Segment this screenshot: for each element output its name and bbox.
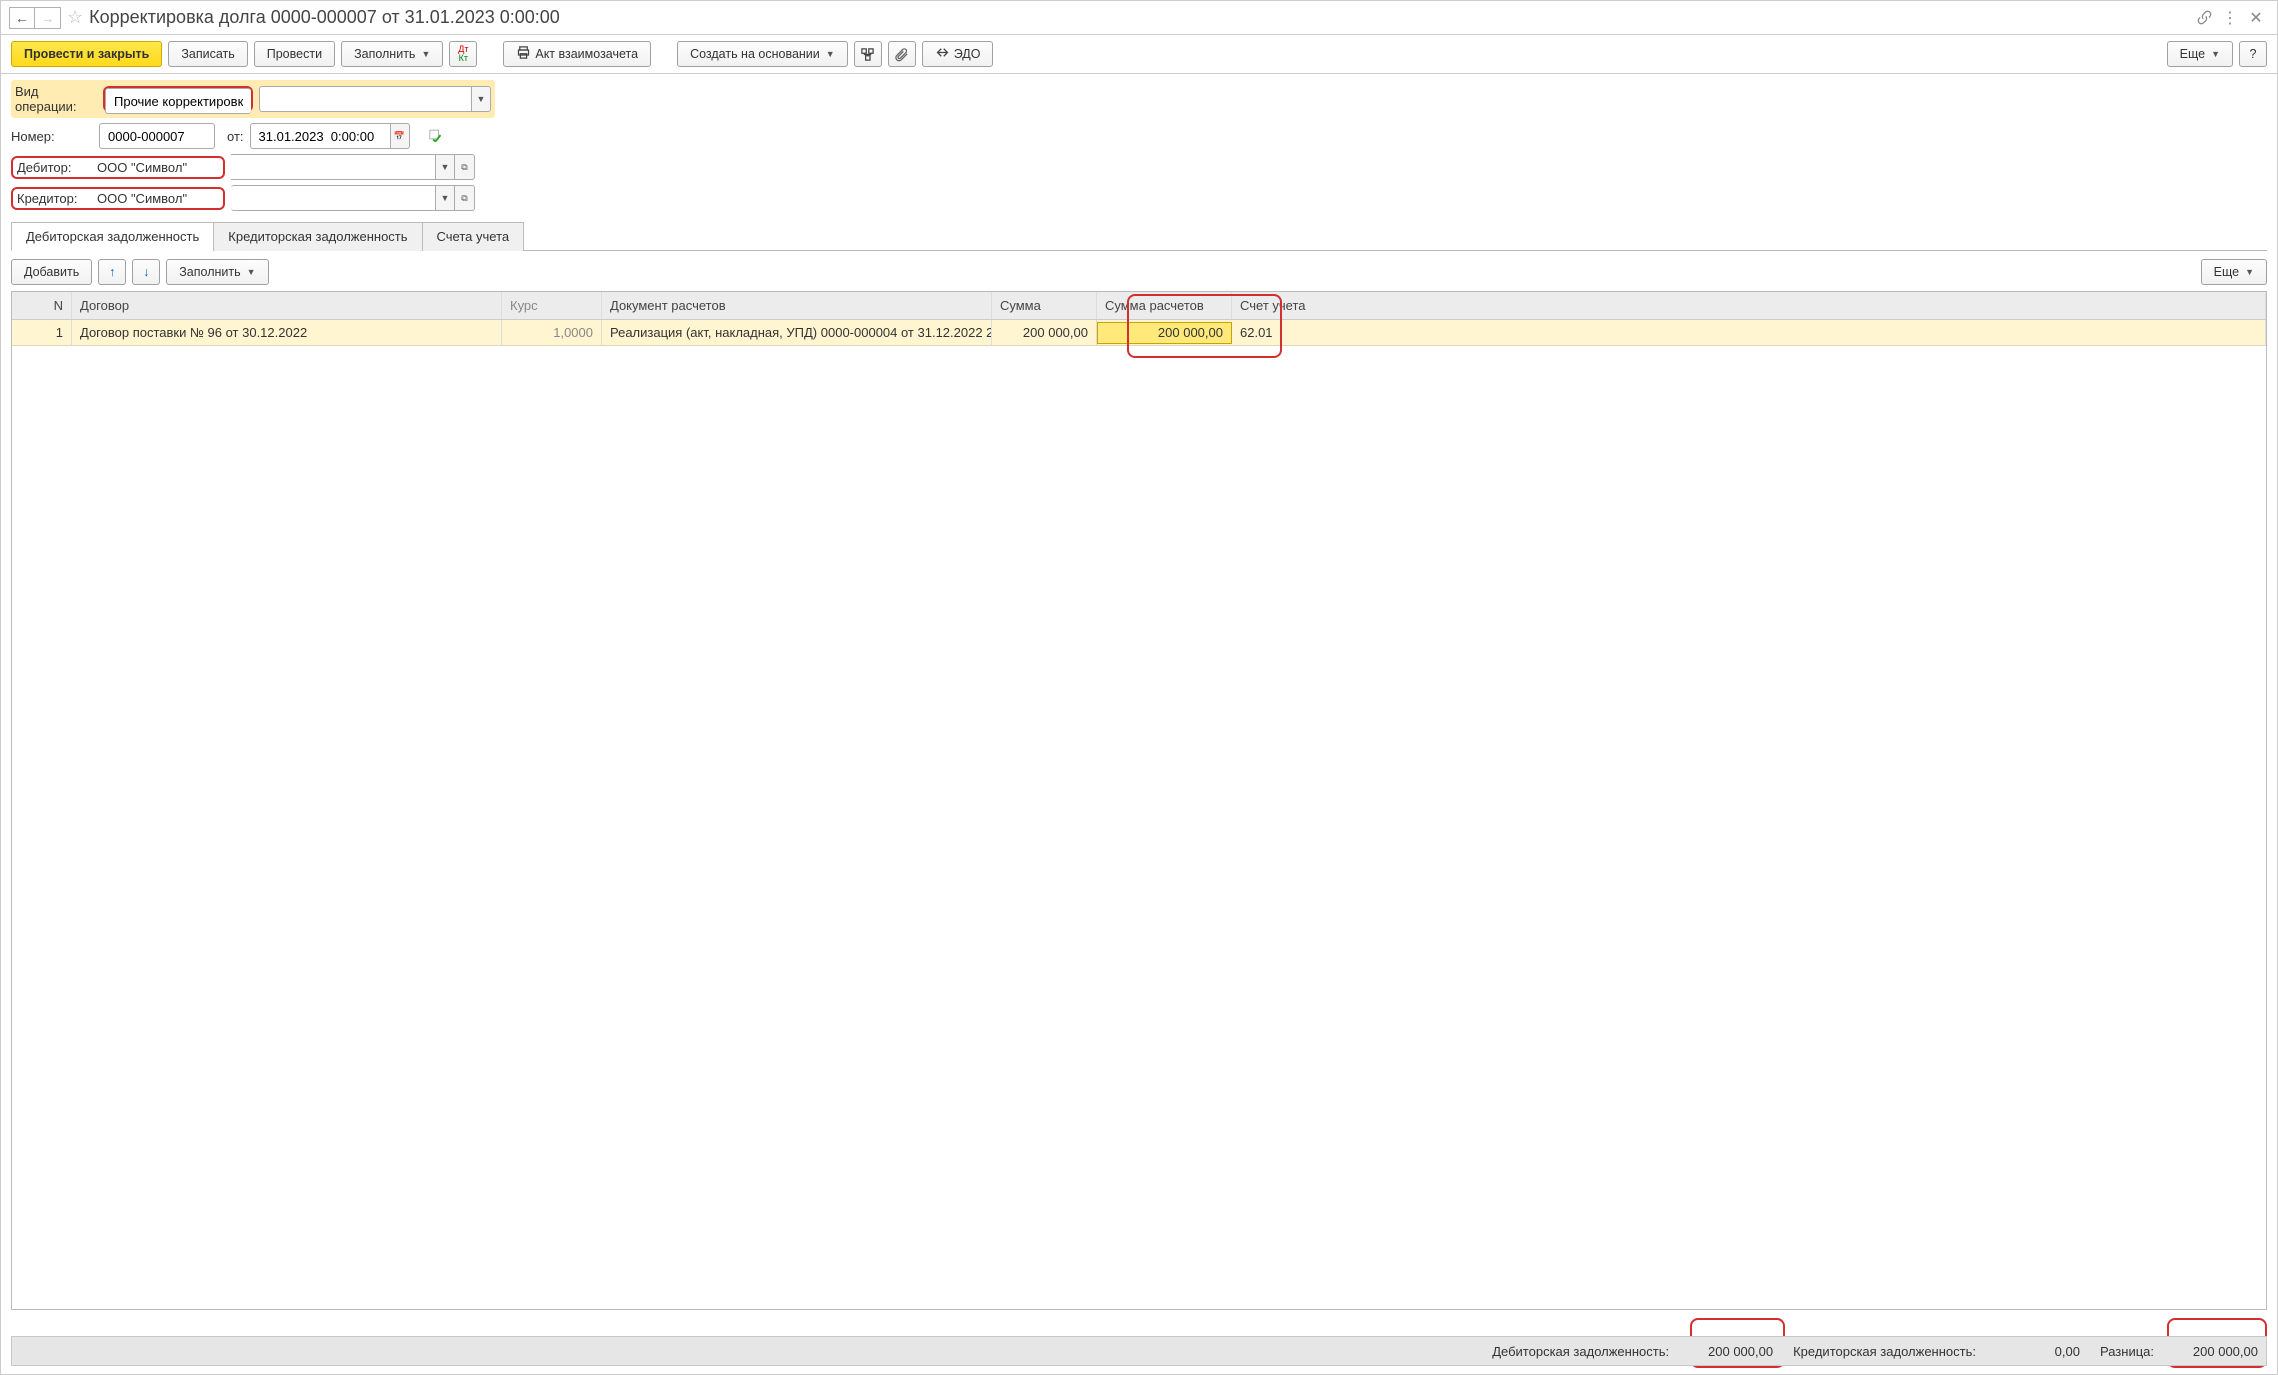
footer-totals: Дебиторская задолженность: 200 000,00 Кр…: [11, 1336, 2267, 1366]
printer-icon: [516, 45, 531, 63]
cell-sum-settle[interactable]: 200 000,00: [1097, 322, 1232, 344]
op-type-label: Вид операции:: [15, 84, 97, 114]
creditor-field[interactable]: [231, 185, 435, 211]
date-input[interactable]: [257, 124, 384, 148]
save-button[interactable]: Записать: [168, 41, 247, 67]
close-icon[interactable]: ✕: [2243, 5, 2269, 31]
window-title: Корректировка долга 0000-000007 от 31.01…: [89, 7, 560, 28]
op-type-input[interactable]: [112, 89, 245, 113]
form-area: Вид операции: ▼ Номер: от: 📅: [1, 74, 2277, 215]
table-row[interactable]: 1 Договор поставки № 96 от 30.12.2022 1,…: [12, 320, 2266, 346]
kebab-icon[interactable]: ⋮: [2217, 5, 2243, 31]
fill-button[interactable]: Заполнить▼: [341, 41, 443, 67]
create-based-button[interactable]: Создать на основании▼: [677, 41, 848, 67]
status-ok-icon: [428, 127, 443, 145]
cell-rate: 1,0000: [502, 320, 602, 345]
debtor-dropdown-button[interactable]: ▼: [435, 154, 455, 180]
forward-button[interactable]: →: [35, 7, 61, 29]
creditor-row: Кредитор: ООО "Символ" ▼ ⧉: [11, 185, 2267, 211]
cell-sum: 200 000,00: [992, 320, 1097, 345]
op-type-dropdown-button[interactable]: ▼: [471, 86, 491, 112]
cell-doc: Реализация (акт, накладная, УПД) 0000-00…: [602, 320, 992, 345]
footer-debit-value: 200 000,00: [1673, 1344, 1773, 1359]
op-type-ext-field[interactable]: [259, 86, 471, 112]
calendar-icon[interactable]: 📅: [390, 123, 410, 149]
op-type-highlight: [103, 86, 253, 112]
tab-toolbar: Добавить ↑ ↓ Заполнить▼ Еще▼: [1, 251, 2277, 291]
link-icon[interactable]: [2191, 5, 2217, 31]
col-sum[interactable]: Сумма: [992, 292, 1097, 319]
move-down-button[interactable]: ↓: [132, 259, 160, 285]
tab-fill-button[interactable]: Заполнить▼: [166, 259, 268, 285]
date-field[interactable]: [250, 123, 390, 149]
footer-credit-label: Кредиторская задолженность:: [1793, 1344, 1976, 1359]
creditor-label: Кредитор:: [17, 191, 91, 206]
edo-button[interactable]: ЭДО: [922, 41, 994, 67]
date-combo: 📅: [250, 123, 410, 149]
col-doc[interactable]: Документ расчетов: [602, 292, 992, 319]
col-sum-settle[interactable]: Сумма расчетов: [1097, 292, 1232, 319]
debtor-row: Дебитор: ООО "Символ" ▼ ⧉: [11, 154, 2267, 180]
tab-accounts[interactable]: Счета учета: [422, 222, 525, 251]
titlebar: ← → ☆ Корректировка долга 0000-000007 от…: [1, 1, 2277, 35]
tab-more-button[interactable]: Еще▼: [2201, 259, 2267, 285]
number-label: Номер:: [11, 129, 93, 144]
op-type-ext: ▼: [259, 86, 491, 112]
move-up-button[interactable]: ↑: [98, 259, 126, 285]
footer-diff-label: Разница:: [2100, 1344, 2154, 1359]
tab-credit[interactable]: Кредиторская задолженность: [213, 222, 422, 251]
cell-account: 62.01: [1232, 320, 2266, 345]
tabs: Дебиторская задолженность Кредиторская з…: [11, 221, 2267, 251]
more-button[interactable]: Еще▼: [2167, 41, 2233, 67]
date-label: от:: [227, 129, 244, 144]
post-button[interactable]: Провести: [254, 41, 335, 67]
footer-debit-label: Дебиторская задолженность:: [1492, 1344, 1669, 1359]
cell-n: 1: [12, 320, 72, 345]
cell-contract: Договор поставки № 96 от 30.12.2022: [72, 320, 502, 345]
col-account[interactable]: Счет учета: [1232, 292, 2266, 319]
col-rate[interactable]: Курс: [502, 292, 602, 319]
creditor-value-preview: ООО "Символ": [97, 191, 187, 206]
post-and-close-button[interactable]: Провести и закрыть: [11, 41, 162, 67]
back-button[interactable]: ←: [9, 7, 35, 29]
creditor-dropdown-button[interactable]: ▼: [435, 185, 455, 211]
help-button[interactable]: ?: [2239, 41, 2267, 67]
col-n[interactable]: N: [12, 292, 72, 319]
tab-debit[interactable]: Дебиторская задолженность: [11, 222, 214, 251]
col-contract[interactable]: Договор: [72, 292, 502, 319]
debtor-field[interactable]: [231, 154, 435, 180]
edo-icon: [935, 45, 950, 63]
dtkt-icon-button[interactable]: ДтКт: [449, 41, 477, 67]
debtor-combo: ▼ ⧉: [231, 154, 475, 180]
table: N Договор Курс Документ расчетов Сумма С…: [11, 291, 2267, 1310]
attachment-icon-button[interactable]: [888, 41, 916, 67]
creditor-combo: ▼ ⧉: [231, 185, 475, 211]
favorite-icon[interactable]: ☆: [67, 7, 83, 28]
structure-icon-button[interactable]: [854, 41, 882, 67]
main-toolbar: Провести и закрыть Записать Провести Зап…: [1, 35, 2277, 74]
number-row: Номер: от: 📅: [11, 123, 2267, 149]
debtor-label: Дебитор:: [17, 160, 91, 175]
op-type-row: Вид операции: ▼: [11, 80, 495, 118]
number-input[interactable]: [106, 124, 208, 148]
debtor-value-preview: ООО "Символ": [97, 160, 187, 175]
number-field[interactable]: [99, 123, 215, 149]
footer-diff-value: 200 000,00: [2158, 1344, 2258, 1359]
creditor-open-button[interactable]: ⧉: [455, 185, 475, 211]
footer-credit-value: 0,00: [1980, 1344, 2080, 1359]
table-header: N Договор Курс Документ расчетов Сумма С…: [12, 292, 2266, 320]
op-type-field[interactable]: [105, 88, 251, 114]
debtor-open-button[interactable]: ⧉: [455, 154, 475, 180]
add-row-button[interactable]: Добавить: [11, 259, 92, 285]
offset-act-button[interactable]: Акт взаимозачета: [503, 41, 651, 67]
